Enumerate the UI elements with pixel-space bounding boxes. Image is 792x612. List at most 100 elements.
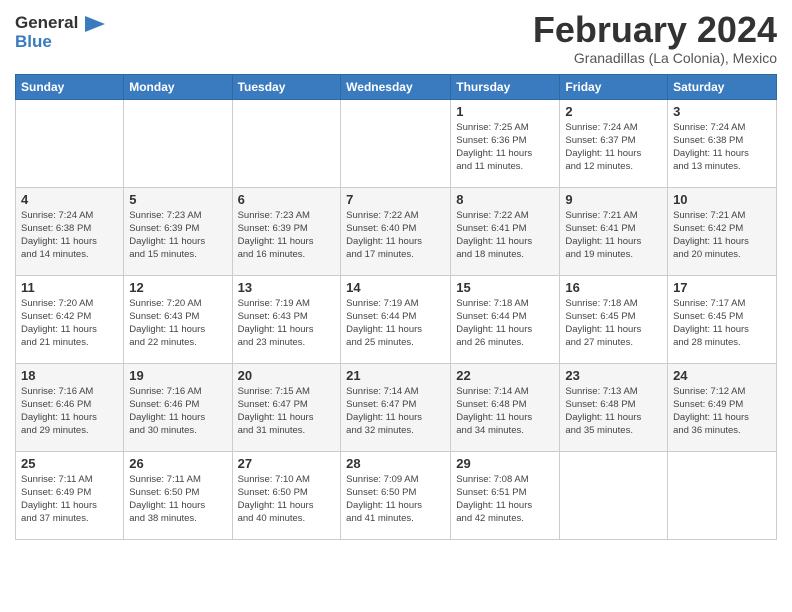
day-info: Sunrise: 7:17 AMSunset: 6:45 PMDaylight:… [673,297,771,350]
day-number: 21 [346,368,445,383]
day-number: 9 [565,192,662,207]
day-info: Sunrise: 7:14 AMSunset: 6:47 PMDaylight:… [346,385,445,438]
table-row: 28Sunrise: 7:09 AMSunset: 6:50 PMDayligh… [341,451,451,539]
day-number: 24 [673,368,771,383]
table-row [560,451,668,539]
table-row: 19 Sunrise: 7:16 AMSunset: 6:46 PMDayligh… [124,363,232,451]
day-info: Sunrise: 7:08 AMSunset: 6:51 PMDaylight:… [456,473,554,526]
table-row: 14 Sunrise: 7:19 AMSunset: 6:44 PMDayligh… [341,275,451,363]
table-row: 7 Sunrise: 7:22 AMSunset: 6:40 PMDaylight… [341,187,451,275]
table-row: 8Sunrise: 7:22 AMSunset: 6:41 PMDaylight… [451,187,560,275]
table-row: 17Sunrise: 7:17 AMSunset: 6:45 PMDayligh… [668,275,777,363]
day-info: Sunrise: 7:20 AMSunset: 6:43 PMDaylight:… [129,297,226,350]
table-row [16,99,124,187]
day-info: Sunrise: 7:21 AMSunset: 6:42 PMDaylight:… [673,209,771,262]
col-sunday: Sunday [16,74,124,99]
table-row: 18 Sunrise: 7:16 AMSunset: 6:46 PMDayligh… [16,363,124,451]
day-info: Sunrise: 7:16 AMSunset: 6:46 PMDaylight:… [21,385,118,438]
table-row: 13 Sunrise: 7:19 AMSunset: 6:43 PMDayligh… [232,275,341,363]
day-info: Sunrise: 7:15 AMSunset: 6:47 PMDaylight:… [238,385,336,438]
day-number: 20 [238,368,336,383]
table-row: 26Sunrise: 7:11 AMSunset: 6:50 PMDayligh… [124,451,232,539]
day-info: Sunrise: 7:18 AMSunset: 6:44 PMDaylight:… [456,297,554,350]
calendar-week-1: 1 Sunrise: 7:25 AMSunset: 6:36 PMDaylight… [16,99,777,187]
day-info: Sunrise: 7:16 AMSunset: 6:46 PMDaylight:… [129,385,226,438]
day-number: 18 [21,368,118,383]
logo: General Blue [15,14,105,51]
table-row: 5 Sunrise: 7:23 AMSunset: 6:39 PMDaylight… [124,187,232,275]
table-row: 6Sunrise: 7:23 AMSunset: 6:39 PMDaylight… [232,187,341,275]
col-monday: Monday [124,74,232,99]
day-number: 10 [673,192,771,207]
page: General Blue February 2024 Granadillas (… [0,0,792,612]
day-info: Sunrise: 7:25 AMSunset: 6:36 PMDaylight:… [456,121,554,174]
calendar-week-4: 18 Sunrise: 7:16 AMSunset: 6:46 PMDayligh… [16,363,777,451]
day-number: 27 [238,456,336,471]
table-row: 11 Sunrise: 7:20 AMSunset: 6:42 PMDayligh… [16,275,124,363]
day-info: Sunrise: 7:11 AMSunset: 6:49 PMDaylight:… [21,473,118,526]
col-thursday: Thursday [451,74,560,99]
day-number: 12 [129,280,226,295]
day-number: 13 [238,280,336,295]
table-row: 23Sunrise: 7:13 AMSunset: 6:48 PMDayligh… [560,363,668,451]
table-row: 20 Sunrise: 7:15 AMSunset: 6:47 PMDayligh… [232,363,341,451]
day-info: Sunrise: 7:13 AMSunset: 6:48 PMDaylight:… [565,385,662,438]
day-info: Sunrise: 7:24 AMSunset: 6:37 PMDaylight:… [565,121,662,174]
calendar-week-5: 25 Sunrise: 7:11 AMSunset: 6:49 PMDayligh… [16,451,777,539]
day-number: 6 [238,192,336,207]
table-row [668,451,777,539]
subtitle: Granadillas (La Colonia), Mexico [533,50,777,66]
logo-arrow-icon [85,16,105,32]
table-row [124,99,232,187]
table-row: 22Sunrise: 7:14 AMSunset: 6:48 PMDayligh… [451,363,560,451]
day-number: 29 [456,456,554,471]
col-wednesday: Wednesday [341,74,451,99]
day-info: Sunrise: 7:12 AMSunset: 6:49 PMDaylight:… [673,385,771,438]
day-info: Sunrise: 7:11 AMSunset: 6:50 PMDaylight:… [129,473,226,526]
table-row: 10 Sunrise: 7:21 AMSunset: 6:42 PMDayligh… [668,187,777,275]
table-row: 29 Sunrise: 7:08 AMSunset: 6:51 PMDayligh… [451,451,560,539]
col-tuesday: Tuesday [232,74,341,99]
calendar-header-row: Sunday Monday Tuesday Wednesday Thursday… [16,74,777,99]
title-section: February 2024 Granadillas (La Colonia), … [533,10,777,66]
day-number: 1 [456,104,554,119]
day-number: 19 [129,368,226,383]
calendar-week-3: 11 Sunrise: 7:20 AMSunset: 6:42 PMDayligh… [16,275,777,363]
day-number: 15 [456,280,554,295]
day-number: 28 [346,456,445,471]
day-info: Sunrise: 7:20 AMSunset: 6:42 PMDaylight:… [21,297,118,350]
day-info: Sunrise: 7:14 AMSunset: 6:48 PMDaylight:… [456,385,554,438]
table-row: 27 Sunrise: 7:10 AMSunset: 6:50 PMDayligh… [232,451,341,539]
day-info: Sunrise: 7:21 AMSunset: 6:41 PMDaylight:… [565,209,662,262]
col-friday: Friday [560,74,668,99]
day-info: Sunrise: 7:24 AMSunset: 6:38 PMDaylight:… [673,121,771,174]
table-row: 1 Sunrise: 7:25 AMSunset: 6:36 PMDaylight… [451,99,560,187]
day-info: Sunrise: 7:22 AMSunset: 6:40 PMDaylight:… [346,209,445,262]
day-number: 3 [673,104,771,119]
day-number: 14 [346,280,445,295]
header: General Blue February 2024 Granadillas (… [15,10,777,66]
table-row [341,99,451,187]
table-row: 12 Sunrise: 7:20 AMSunset: 6:43 PMDayligh… [124,275,232,363]
month-title: February 2024 [533,10,777,50]
table-row: 21 Sunrise: 7:14 AMSunset: 6:47 PMDayligh… [341,363,451,451]
day-info: Sunrise: 7:10 AMSunset: 6:50 PMDaylight:… [238,473,336,526]
day-number: 11 [21,280,118,295]
table-row: 24 Sunrise: 7:12 AMSunset: 6:49 PMDayligh… [668,363,777,451]
day-number: 7 [346,192,445,207]
day-info: Sunrise: 7:19 AMSunset: 6:44 PMDaylight:… [346,297,445,350]
day-info: Sunrise: 7:19 AMSunset: 6:43 PMDaylight:… [238,297,336,350]
table-row: 25 Sunrise: 7:11 AMSunset: 6:49 PMDayligh… [16,451,124,539]
day-info: Sunrise: 7:24 AMSunset: 6:38 PMDaylight:… [21,209,118,262]
day-number: 5 [129,192,226,207]
table-row: 16Sunrise: 7:18 AMSunset: 6:45 PMDayligh… [560,275,668,363]
table-row: 9 Sunrise: 7:21 AMSunset: 6:41 PMDaylight… [560,187,668,275]
table-row: 4 Sunrise: 7:24 AMSunset: 6:38 PMDaylight… [16,187,124,275]
day-number: 25 [21,456,118,471]
day-number: 2 [565,104,662,119]
table-row [232,99,341,187]
day-info: Sunrise: 7:23 AMSunset: 6:39 PMDaylight:… [129,209,226,262]
day-number: 8 [456,192,554,207]
col-saturday: Saturday [668,74,777,99]
day-number: 4 [21,192,118,207]
